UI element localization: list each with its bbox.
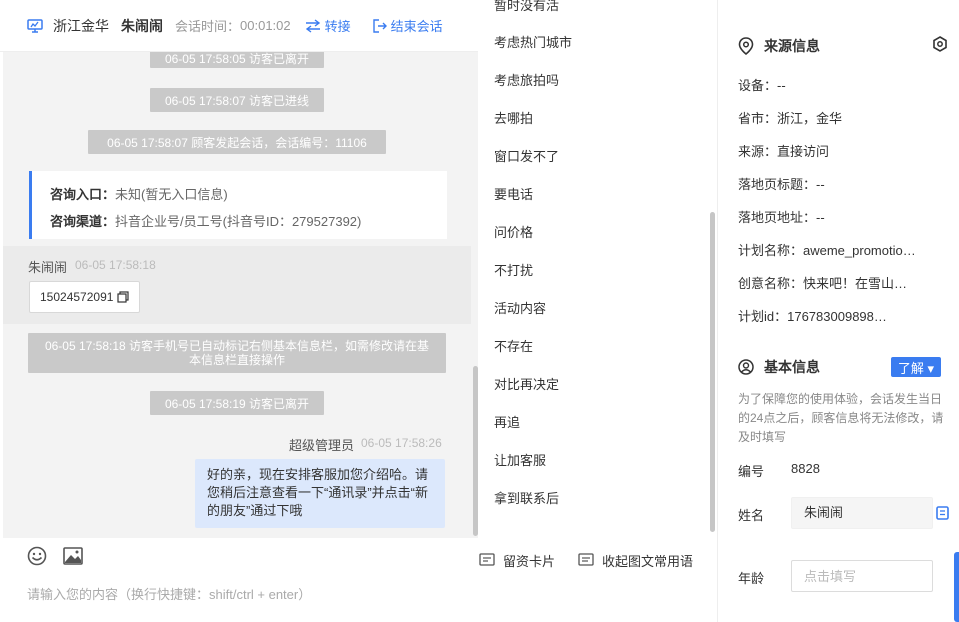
age-input[interactable]	[791, 560, 933, 592]
quick-phrase-item[interactable]: 拿到联系后	[494, 488, 559, 507]
quick-phrase-item[interactable]: 问价格	[494, 222, 533, 241]
system-message: 06-05 17:58:19 访客已离开	[150, 391, 324, 415]
quick-phrase-item[interactable]: 要电话	[494, 184, 533, 203]
transfer-label: 转接	[324, 19, 351, 34]
quick-phrase-list[interactable]: 暂时没有活 考虑热门城市 考虑旅拍吗 去哪拍 窗口发不了 要电话 问价格 不打扰…	[478, 0, 718, 532]
consult-entry-row: 咨询入口：未知(暂无入口信息)	[50, 181, 429, 208]
quick-phrase-item[interactable]: 不打扰	[494, 260, 533, 279]
consult-info-card: 咨询入口：未知(暂无入口信息) 咨询渠道：抖音企业号/员工号(抖音号ID：279…	[29, 171, 447, 239]
phone-number: 15024572091	[40, 290, 114, 304]
end-session-label: 结束会话	[390, 19, 443, 34]
basic-info-title: 基本信息	[764, 359, 820, 375]
agent-message-bubble: 好的亲，现在安排客服加您介绍哈。请您稍后注意查看一下“通讯录”并点击“新的朋友”…	[195, 459, 445, 528]
system-message: 06-05 17:58:05 访客已离开	[150, 52, 324, 68]
image-icon[interactable]	[63, 547, 83, 565]
source-channel: 来源：直接访问	[738, 144, 830, 159]
message-sender-name: 朱闹闹	[28, 260, 68, 275]
collapse-phrases-button[interactable]: 收起图文常用语	[578, 551, 693, 570]
consult-channel-key: 咨询渠道：	[50, 214, 116, 229]
age-label: 年龄	[738, 571, 765, 586]
id-value: 8828	[791, 461, 820, 476]
lead-card-button[interactable]: 留资卡片	[479, 551, 555, 570]
system-message: 06-05 17:58:07 顾客发起会话，会话编号：11106	[88, 130, 386, 154]
quick-phrase-item[interactable]: 考虑旅拍吗	[494, 70, 559, 89]
source-info-heading: 来源信息	[738, 36, 820, 56]
quick-phrase-item[interactable]: 暂时没有活	[494, 0, 559, 14]
source-device: 设备：--	[738, 78, 786, 93]
source-creative-name: 创意名称：快来吧！在雪山下拍旅拍婚纱照	[738, 276, 916, 291]
consult-entry-value: 未知(暂无入口信息)	[115, 187, 228, 202]
source-landing-title: 落地页标题：--	[738, 177, 825, 192]
source-province: 省市：浙江，金华	[738, 111, 843, 126]
source-info-title: 来源信息	[764, 38, 820, 54]
chat-messages[interactable]: 06-05 17:58:05 访客已离开 06-05 17:58:07 访客已进…	[3, 52, 478, 538]
quick-phrase-item[interactable]: 让加客服	[494, 450, 546, 469]
name-field[interactable]: 朱闹闹	[791, 497, 933, 529]
phone-number-card[interactable]: 15024572091	[29, 281, 141, 313]
quick-phrase-item[interactable]: 考虑热门城市	[494, 32, 572, 51]
copy-icon[interactable]	[117, 291, 130, 303]
quick-phrase-item[interactable]: 不存在	[494, 336, 533, 355]
phrase-actions: 留资卡片 收起图文常用语	[478, 548, 718, 572]
transfer-icon	[305, 18, 320, 33]
side-drawer-handle[interactable]	[954, 552, 959, 622]
session-timer-value: 00:01:02	[240, 18, 291, 33]
message-time: 06-05 17:58:26	[361, 436, 442, 450]
consult-entry-key: 咨询入口：	[50, 187, 116, 202]
message-icon	[578, 553, 594, 566]
copy-icon[interactable]	[936, 506, 949, 520]
visitor-region: 浙江金华	[53, 17, 109, 34]
collapse-phrases-label: 收起图文常用语	[602, 553, 694, 569]
source-plan-name: 计划名称：aweme_promotion_content	[738, 243, 916, 258]
transfer-button[interactable]: 转接	[305, 16, 351, 35]
phrase-scrollbar[interactable]	[710, 212, 715, 532]
visitor-message: 朱闹闹 06-05 17:58:18 15024572091	[3, 246, 471, 324]
quick-phrase-panel: 暂时没有活 考虑热门城市 考虑旅拍吗 去哪拍 窗口发不了 要电话 问价格 不打扰…	[478, 0, 718, 622]
quick-phrase-item[interactable]: 对比再决定	[494, 374, 559, 393]
quick-phrase-item[interactable]: 再追	[494, 412, 520, 431]
learn-more-button[interactable]: 了解 ▾	[891, 357, 941, 377]
message-sender-name: 超级管理员	[289, 438, 355, 453]
message-composer	[3, 538, 478, 622]
location-icon	[738, 37, 754, 55]
quick-phrase-item[interactable]: 活动内容	[494, 298, 546, 317]
source-plan-id: 计划id：1767830098983480	[738, 309, 894, 324]
basic-info-heading: 基本信息	[738, 357, 820, 377]
monitor-icon	[27, 18, 43, 33]
source-landing-url: 落地页地址：--	[738, 210, 825, 225]
quick-phrase-item[interactable]: 去哪拍	[494, 108, 533, 127]
message-input[interactable]	[27, 582, 467, 606]
quick-phrase-item[interactable]: 窗口发不了	[494, 146, 559, 165]
emoji-icon[interactable]	[27, 546, 47, 566]
system-message: 06-05 17:58:07 访客已进线	[150, 88, 324, 112]
id-label: 编号	[738, 464, 765, 479]
settings-icon[interactable]	[932, 36, 948, 52]
customer-info-panel: 来源信息 设备：-- 省市：浙江，金华 来源：直接访问 落地页标题：-- 落地页…	[718, 0, 959, 622]
lead-card-label: 留资卡片	[503, 553, 556, 569]
visitor-name: 朱闹闹	[121, 17, 163, 34]
card-icon	[479, 553, 495, 566]
chat-panel: 浙江金华 朱闹闹 会话时间： 00:01:02 转接 结束会话 06-05 17…	[0, 0, 478, 622]
user-icon	[738, 359, 754, 375]
message-time: 06-05 17:58:18	[75, 258, 156, 272]
edit-notice: 为了保障您的使用体验，会话发生当日的24点之后，顾客信息将无法修改，请及时填写	[738, 392, 944, 444]
chat-header: 浙江金华 朱闹闹 会话时间： 00:01:02 转接 结束会话	[0, 0, 478, 52]
consult-channel-row: 咨询渠道：抖音企业号/员工号(抖音号ID：279527392)	[50, 208, 429, 235]
end-session-button[interactable]: 结束会话	[372, 16, 443, 35]
name-label: 姓名	[738, 508, 765, 523]
exit-icon	[372, 18, 387, 33]
system-message: 06-05 17:58:18 访客手机号已自动标记右侧基本信息栏，如需修改请在基…	[28, 333, 446, 373]
consult-channel-value: 抖音企业号/员工号(抖音号ID：279527392)	[115, 214, 362, 229]
session-timer-label: 会话时间：	[175, 19, 241, 34]
